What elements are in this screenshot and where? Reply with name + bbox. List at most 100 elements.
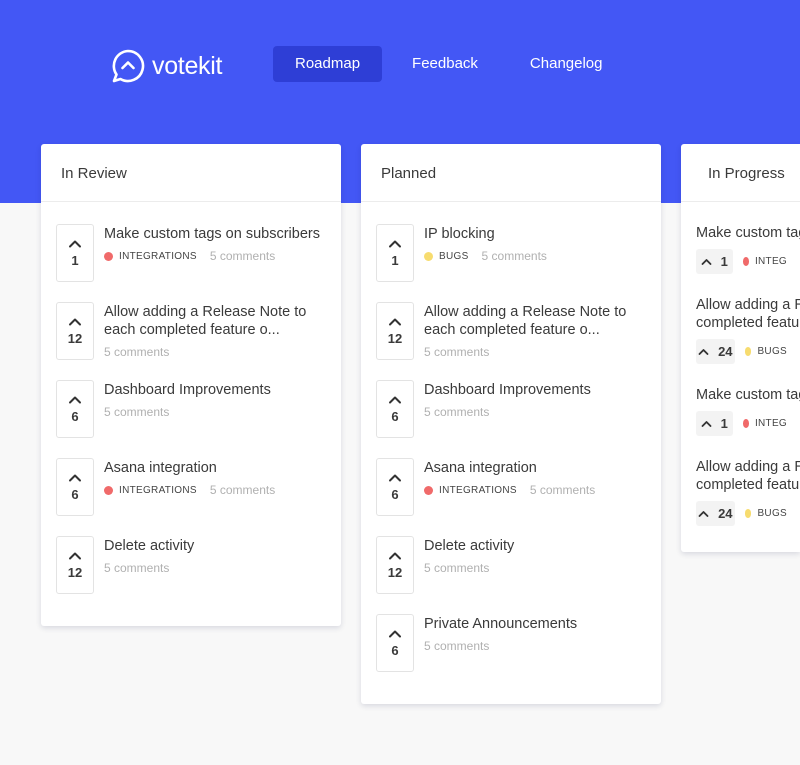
chevron-up-icon: [389, 318, 401, 325]
nav-roadmap[interactable]: Roadmap: [273, 46, 383, 82]
column-title: In Progress: [681, 144, 800, 202]
item-title[interactable]: Delete activity: [424, 537, 514, 555]
item-title[interactable]: IP blocking: [424, 225, 547, 243]
tag-dot: [742, 419, 749, 428]
roadmap-item[interactable]: Allow adding a R completed featu 24 BUGS: [696, 296, 800, 364]
tag-label: INTEGRATIONS: [119, 484, 197, 496]
chat-bubble-icon: [112, 49, 145, 83]
nav-changelog[interactable]: Changelog: [508, 46, 625, 82]
column-title: Planned: [361, 144, 661, 202]
item-title[interactable]: Asana integration: [424, 459, 595, 477]
roadmap-item[interactable]: 1 Make custom tags on subscribers INTEGR…: [56, 224, 326, 302]
comment-count: 5 comments: [424, 639, 490, 653]
roadmap-item[interactable]: 12 Delete activity 5 comments: [56, 536, 326, 614]
comment-count: 5 comments: [209, 249, 276, 263]
vote-count: 1: [71, 252, 79, 268]
upvote-button[interactable]: 24: [696, 501, 735, 526]
chevron-up-icon: [389, 396, 401, 403]
upvote-button[interactable]: 12: [376, 302, 414, 360]
vote-count: 24: [718, 506, 733, 521]
column-in-review: In Review 1 Make custom tags on subscrib…: [41, 144, 341, 626]
tag-dot: [744, 347, 752, 356]
upvote-button[interactable]: 12: [376, 536, 414, 594]
upvote-button[interactable]: 1: [56, 224, 94, 282]
vote-count: 1: [720, 254, 728, 269]
tag-dot: [104, 485, 113, 495]
chevron-up-icon: [701, 259, 712, 265]
roadmap-item[interactable]: Allow adding a R completed featu 24 BUGS: [696, 458, 800, 526]
vote-count: 6: [71, 486, 79, 502]
chevron-up-icon: [69, 240, 81, 247]
comment-count: 5 comments: [104, 345, 170, 359]
upvote-button[interactable]: 1: [696, 249, 733, 274]
roadmap-item[interactable]: 6 Private Announcements 5 comments: [376, 614, 646, 692]
roadmap-item[interactable]: 6 Dashboard Improvements 5 comments: [376, 380, 646, 458]
upvote-button[interactable]: 1: [696, 411, 733, 436]
upvote-button[interactable]: 12: [56, 302, 94, 360]
upvote-button[interactable]: 24: [696, 339, 735, 364]
chevron-up-icon: [69, 396, 81, 403]
roadmap-item[interactable]: 6 Dashboard Improvements 5 comments: [56, 380, 326, 458]
chevron-up-icon: [389, 240, 401, 247]
comment-count: 5 comments: [424, 345, 490, 359]
nav-feedback[interactable]: Feedback: [390, 46, 500, 82]
comment-count: 5 comments: [424, 405, 490, 419]
vote-count: 6: [391, 642, 399, 658]
top-nav: Roadmap Feedback Changelog: [273, 46, 632, 82]
item-title[interactable]: Allow adding a Release Note to each comp…: [424, 303, 646, 339]
vote-count: 1: [720, 416, 728, 431]
vote-count: 24: [718, 344, 733, 359]
column-title: In Review: [41, 144, 341, 202]
vote-count: 1: [391, 252, 399, 268]
roadmap-item[interactable]: 12 Allow adding a Release Note to each c…: [56, 302, 326, 380]
vote-count: 12: [67, 330, 83, 346]
item-title[interactable]: Asana integration: [104, 459, 275, 477]
roadmap-item[interactable]: 6 Asana integration INTEGRATIONS 5 comme…: [56, 458, 326, 536]
tag-label: INTEGRATIONS: [439, 484, 517, 496]
item-title[interactable]: Dashboard Improvements: [104, 381, 271, 399]
tag-label: BUGS: [757, 508, 787, 519]
item-title[interactable]: Make custom tags: [696, 386, 800, 404]
roadmap-item[interactable]: Make custom tags 1 INTEG: [696, 224, 800, 274]
item-title[interactable]: Allow adding a R completed featu: [696, 296, 800, 332]
roadmap-item[interactable]: 6 Asana integration INTEGRATIONS 5 comme…: [376, 458, 646, 536]
tag-label: INTEG: [754, 418, 787, 429]
item-title[interactable]: Delete activity: [104, 537, 194, 555]
item-title[interactable]: Make custom tags on subscribers: [104, 225, 320, 243]
roadmap-item[interactable]: Make custom tags 1 INTEG: [696, 386, 800, 436]
roadmap-item[interactable]: 12 Delete activity 5 comments: [376, 536, 646, 614]
roadmap-item[interactable]: 1 IP blocking BUGS 5 comments: [376, 224, 646, 302]
item-title[interactable]: Allow adding a Release Note to each comp…: [104, 303, 326, 339]
upvote-button[interactable]: 12: [56, 536, 94, 594]
upvote-button[interactable]: 6: [376, 614, 414, 672]
tag-dot: [744, 509, 752, 518]
vote-count: 12: [387, 564, 403, 580]
item-title[interactable]: Private Announcements: [424, 615, 577, 633]
comment-count: 5 comments: [104, 561, 170, 575]
comment-count: 5 comments: [104, 405, 170, 419]
chevron-up-icon: [389, 552, 401, 559]
column-planned: Planned 1 IP blocking BUGS 5 comments 12: [361, 144, 661, 704]
item-title[interactable]: Make custom tags: [696, 224, 800, 242]
vote-count: 6: [391, 408, 399, 424]
upvote-button[interactable]: 6: [376, 380, 414, 438]
tag-dot: [742, 257, 749, 266]
comment-count: 5 comments: [209, 483, 276, 497]
brand-name: votekit: [152, 51, 223, 80]
brand-logo[interactable]: votekit: [110, 48, 222, 84]
upvote-button[interactable]: 6: [56, 458, 94, 516]
tag-label: INTEGRATIONS: [119, 250, 197, 262]
chevron-up-icon: [698, 511, 709, 517]
vote-count: 12: [67, 564, 83, 580]
tag-label: BUGS: [757, 346, 787, 357]
upvote-button[interactable]: 6: [56, 380, 94, 438]
chevron-up-icon: [69, 474, 81, 481]
item-title[interactable]: Allow adding a R completed featu: [696, 458, 800, 494]
upvote-button[interactable]: 6: [376, 458, 414, 516]
chevron-up-icon: [698, 349, 709, 355]
chevron-up-icon: [389, 630, 401, 637]
roadmap-item[interactable]: 12 Allow adding a Release Note to each c…: [376, 302, 646, 380]
item-title[interactable]: Dashboard Improvements: [424, 381, 591, 399]
tag-label: INTEG: [754, 256, 787, 267]
upvote-button[interactable]: 1: [376, 224, 414, 282]
